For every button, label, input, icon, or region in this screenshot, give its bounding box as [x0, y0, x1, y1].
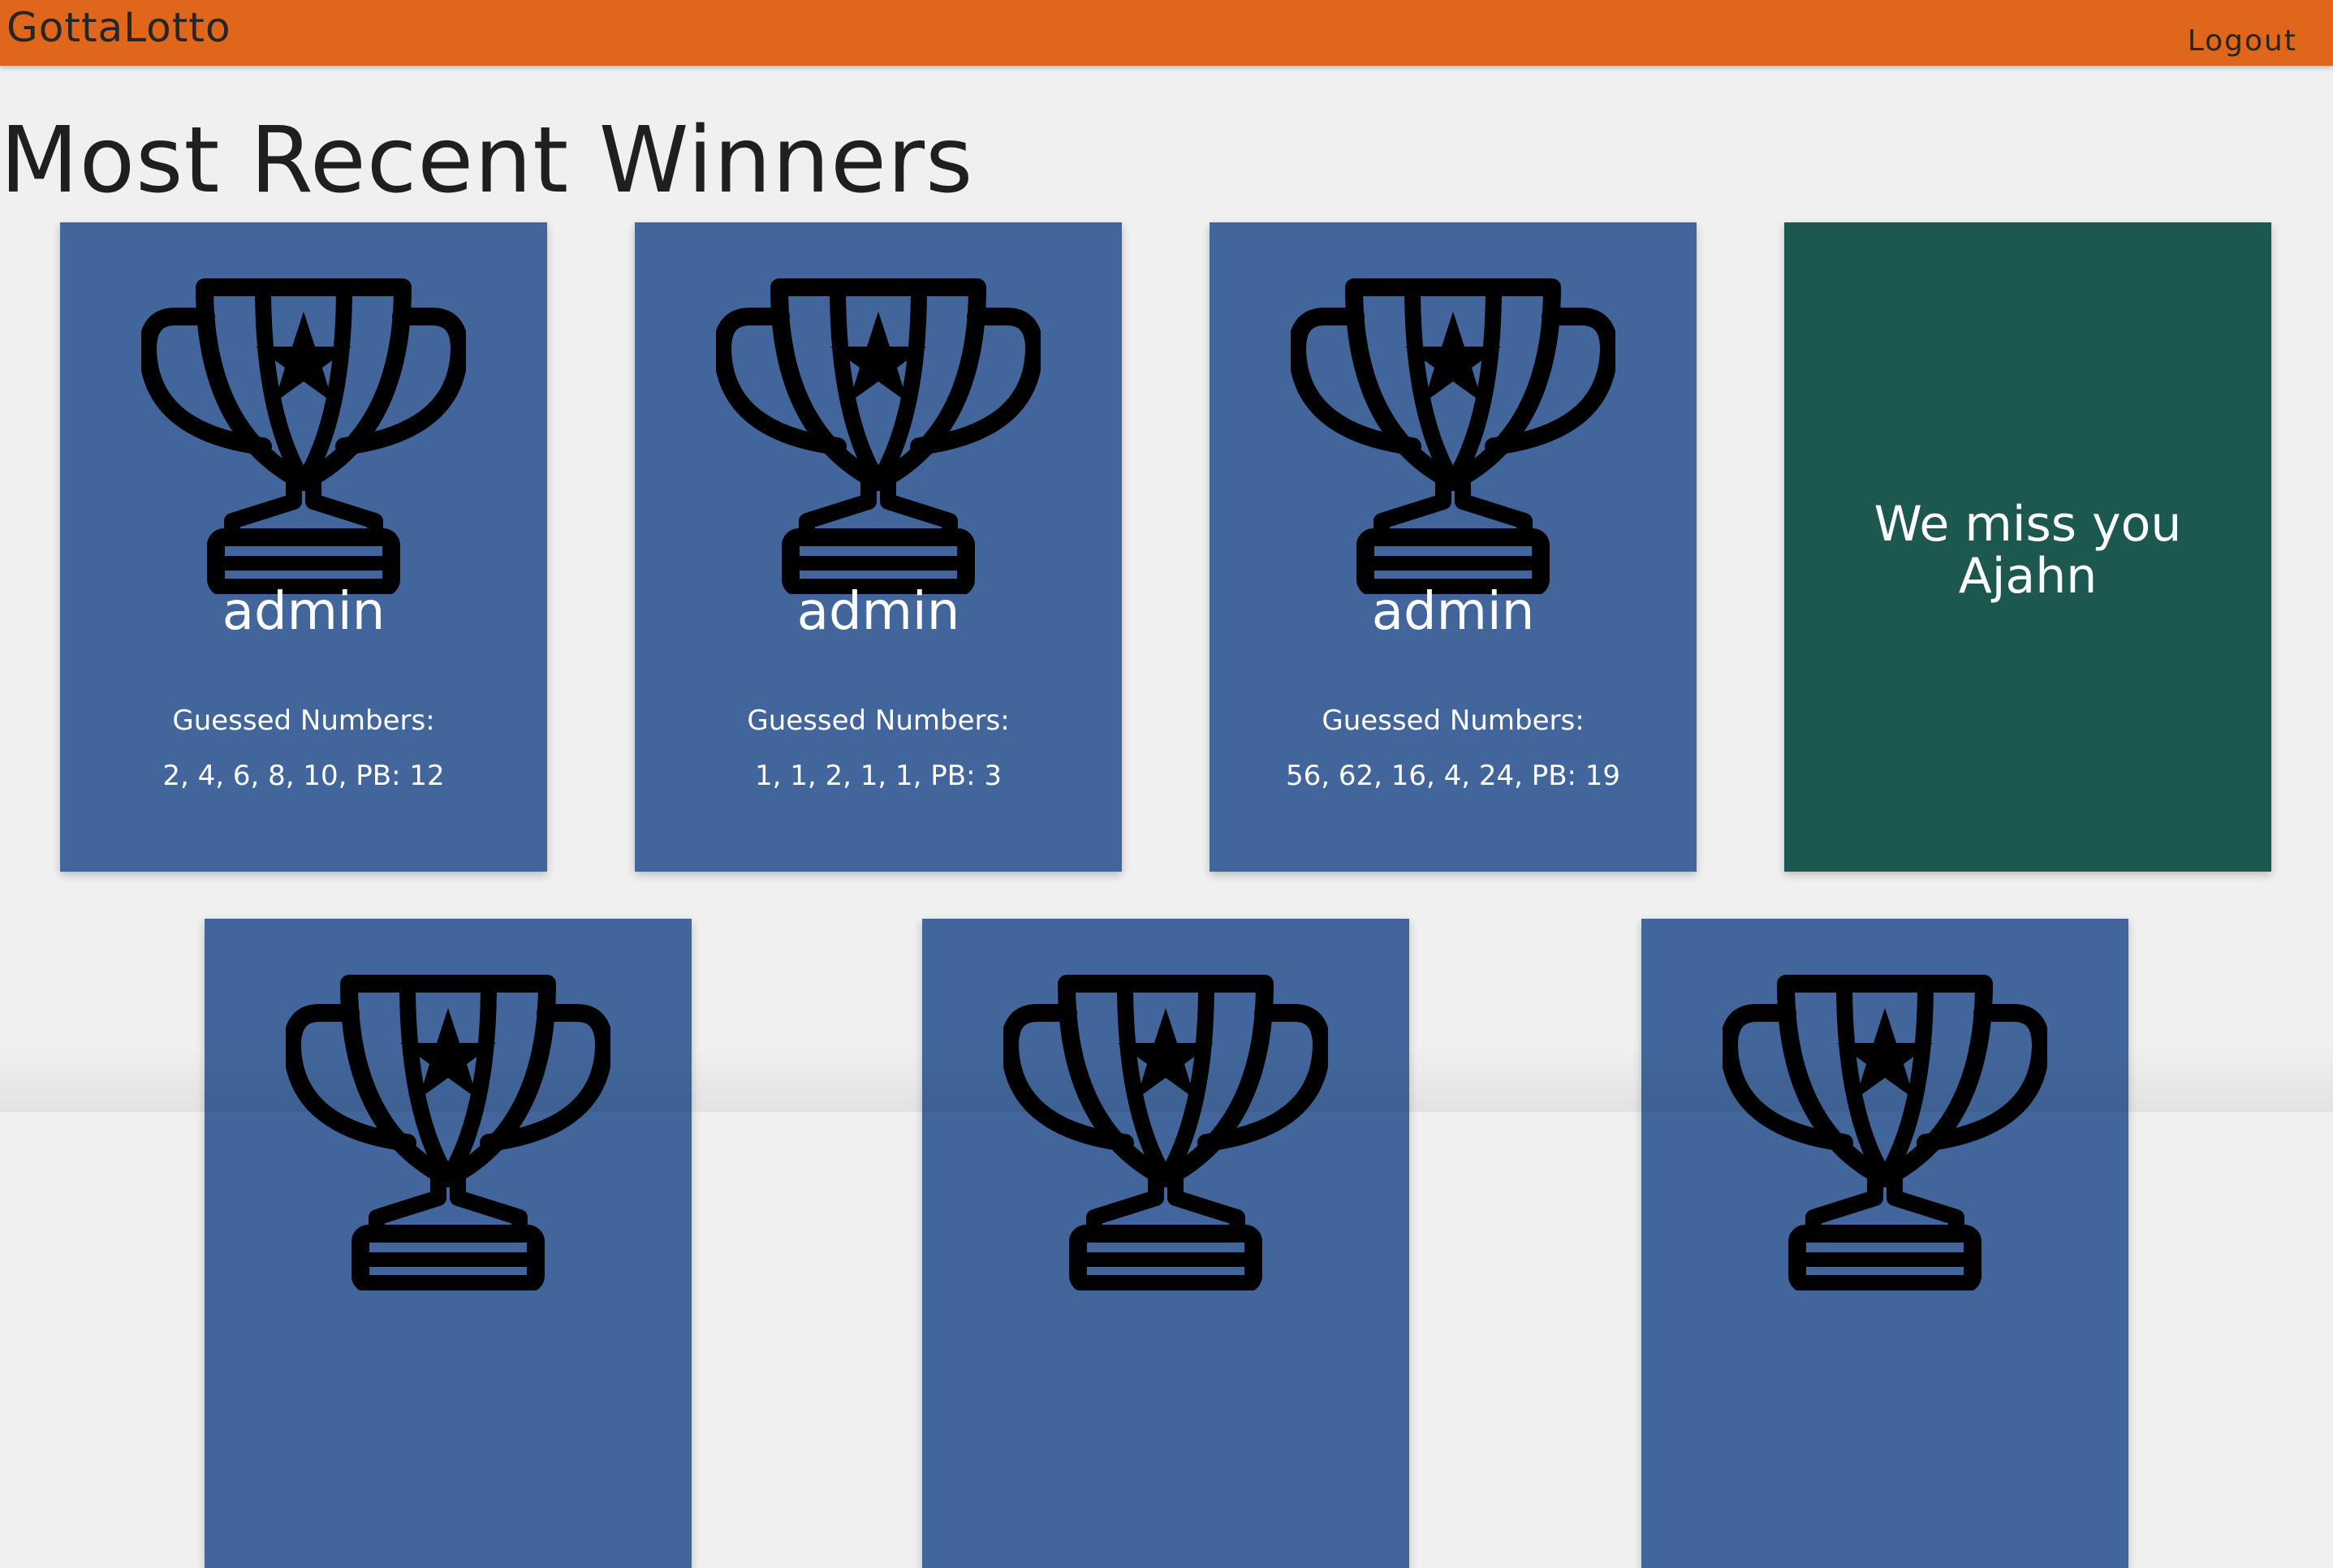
logout-link[interactable]: Logout [2188, 23, 2297, 60]
winner-card [205, 919, 692, 1568]
winner-name: admin [222, 582, 386, 642]
winner-name: admin [1371, 582, 1535, 642]
trophy-icon [286, 966, 610, 1290]
guessed-numbers-value: 2, 4, 6, 8, 10, PB: 12 [162, 760, 445, 792]
miss-you-message: We miss you Ajahn [1874, 496, 2182, 605]
navbar: GottaLotto Logout [0, 0, 2333, 66]
winner-name: admin [796, 582, 960, 642]
guessed-numbers-value: 56, 62, 16, 4, 24, PB: 19 [1285, 760, 1621, 792]
trophy-icon [716, 269, 1041, 594]
page-title: Most Recent Winners [0, 108, 974, 213]
winner-card: admin Guessed Numbers: 56, 62, 16, 4, 24… [1210, 222, 1697, 872]
guessed-numbers-label: Guessed Numbers: [747, 704, 1010, 737]
miss-you-card: We miss you Ajahn [1784, 222, 2271, 872]
trophy-icon [1003, 966, 1328, 1290]
guessed-numbers-label: Guessed Numbers: [172, 704, 435, 737]
winner-card [1641, 919, 2128, 1568]
winner-card: admin Guessed Numbers: 1, 1, 2, 1, 1, PB… [635, 222, 1122, 872]
guessed-numbers-label: Guessed Numbers: [1322, 704, 1585, 737]
winner-card [922, 919, 1409, 1568]
trophy-icon [141, 269, 466, 594]
trophy-icon [1291, 269, 1615, 594]
winner-card: admin Guessed Numbers: 2, 4, 6, 8, 10, P… [60, 222, 547, 872]
guessed-numbers-value: 1, 1, 2, 1, 1, PB: 3 [755, 760, 1002, 792]
brand-logo[interactable]: GottaLotto [6, 3, 231, 52]
trophy-icon [1723, 966, 2047, 1290]
